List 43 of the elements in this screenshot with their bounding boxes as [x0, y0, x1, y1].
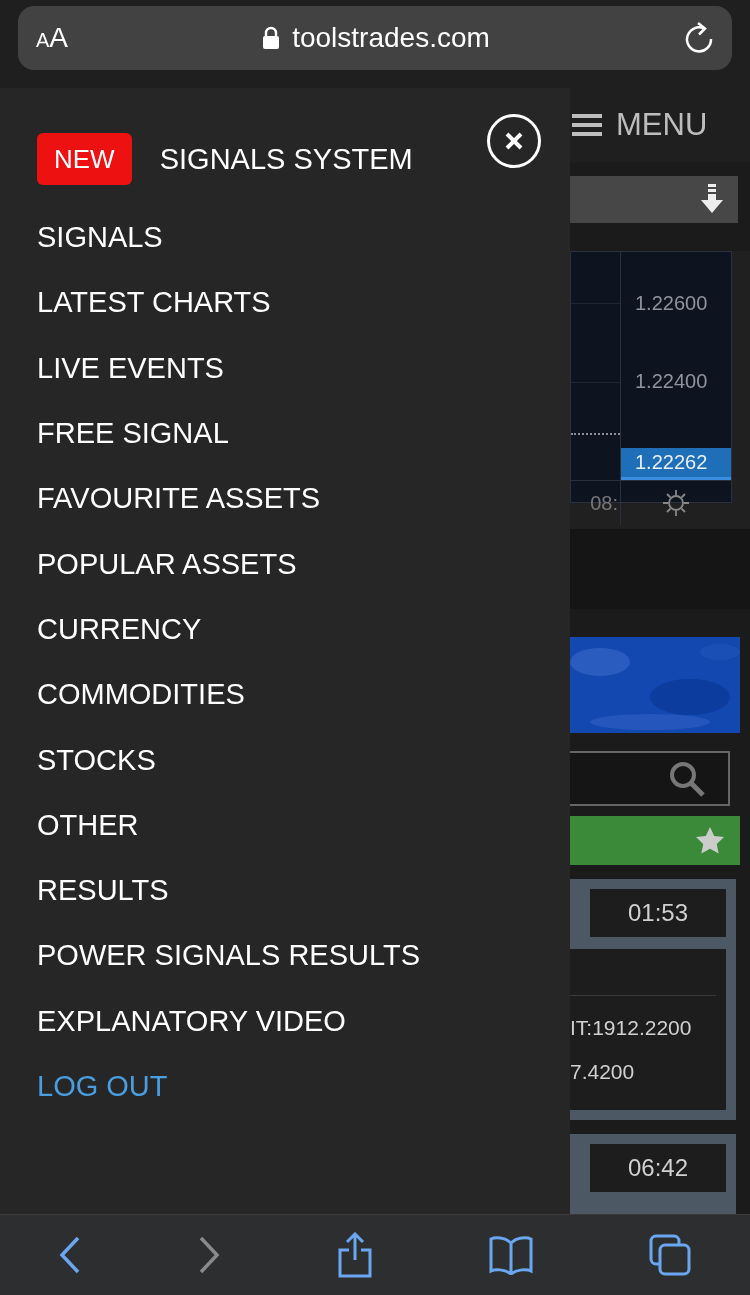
star-icon[interactable]: [696, 826, 724, 854]
close-icon: [504, 131, 524, 151]
menu-item[interactable]: RESULTS: [37, 857, 570, 924]
text-size-button[interactable]: AA: [36, 22, 69, 54]
menu-item[interactable]: FAVOURITE ASSETS: [37, 466, 570, 532]
menu-item[interactable]: LIVE EVENTS: [37, 335, 570, 401]
menu-item[interactable]: OTHER: [37, 792, 570, 858]
menu-item[interactable]: POWER SIGNALS RESULTS: [37, 923, 570, 989]
current-price-label: 1.22262: [621, 448, 731, 481]
back-button[interactable]: [57, 1235, 82, 1275]
lock-icon: [262, 26, 281, 50]
download-arrow-icon: [700, 184, 724, 215]
signal-time: 01:53: [590, 889, 726, 937]
menu-item[interactable]: EXPLANATORY VIDEO: [37, 988, 570, 1054]
menu-item[interactable]: COMMODITIES: [37, 662, 570, 728]
menu-item-label[interactable]: SIGNALS SYSTEM: [159, 142, 413, 176]
favourites-bar[interactable]: [570, 815, 740, 865]
price-label: 1.22600: [634, 292, 709, 317]
new-badge: NEW: [37, 133, 132, 185]
price-label: 1.22400: [634, 370, 709, 395]
menu-item[interactable]: CURRENCY: [37, 596, 570, 663]
signal-value: 7.4200: [570, 1060, 636, 1084]
menu-item[interactable]: SIGNALS: [37, 205, 570, 271]
menu-item[interactable]: NEW SIGNALS SYSTEM: [37, 113, 570, 205]
menu-icon: [572, 112, 602, 137]
menu-item[interactable]: POPULAR ASSETS: [37, 531, 570, 597]
settings-icon[interactable]: [662, 489, 690, 518]
menu-item[interactable]: STOCKS: [37, 727, 570, 793]
select-bar[interactable]: [570, 175, 738, 224]
signal-time: 06:42: [590, 1144, 726, 1192]
search-field[interactable]: [570, 751, 730, 806]
search-icon: [668, 759, 706, 798]
url-text[interactable]: toolstrades.com: [292, 22, 490, 54]
menu-item[interactable]: LATEST CHARTS: [37, 270, 570, 336]
reload-icon[interactable]: [684, 22, 714, 54]
share-button[interactable]: [337, 1232, 373, 1278]
close-button[interactable]: [487, 114, 541, 168]
bookmarks-button[interactable]: [488, 1235, 533, 1275]
tabs-button[interactable]: [648, 1233, 693, 1277]
signal-value: IT:1912.2200: [570, 1016, 693, 1040]
logout-link[interactable]: LOG OUT: [37, 1053, 570, 1120]
time-label: 08:: [571, 481, 621, 526]
menu-item[interactable]: FREE SIGNAL: [37, 400, 570, 467]
